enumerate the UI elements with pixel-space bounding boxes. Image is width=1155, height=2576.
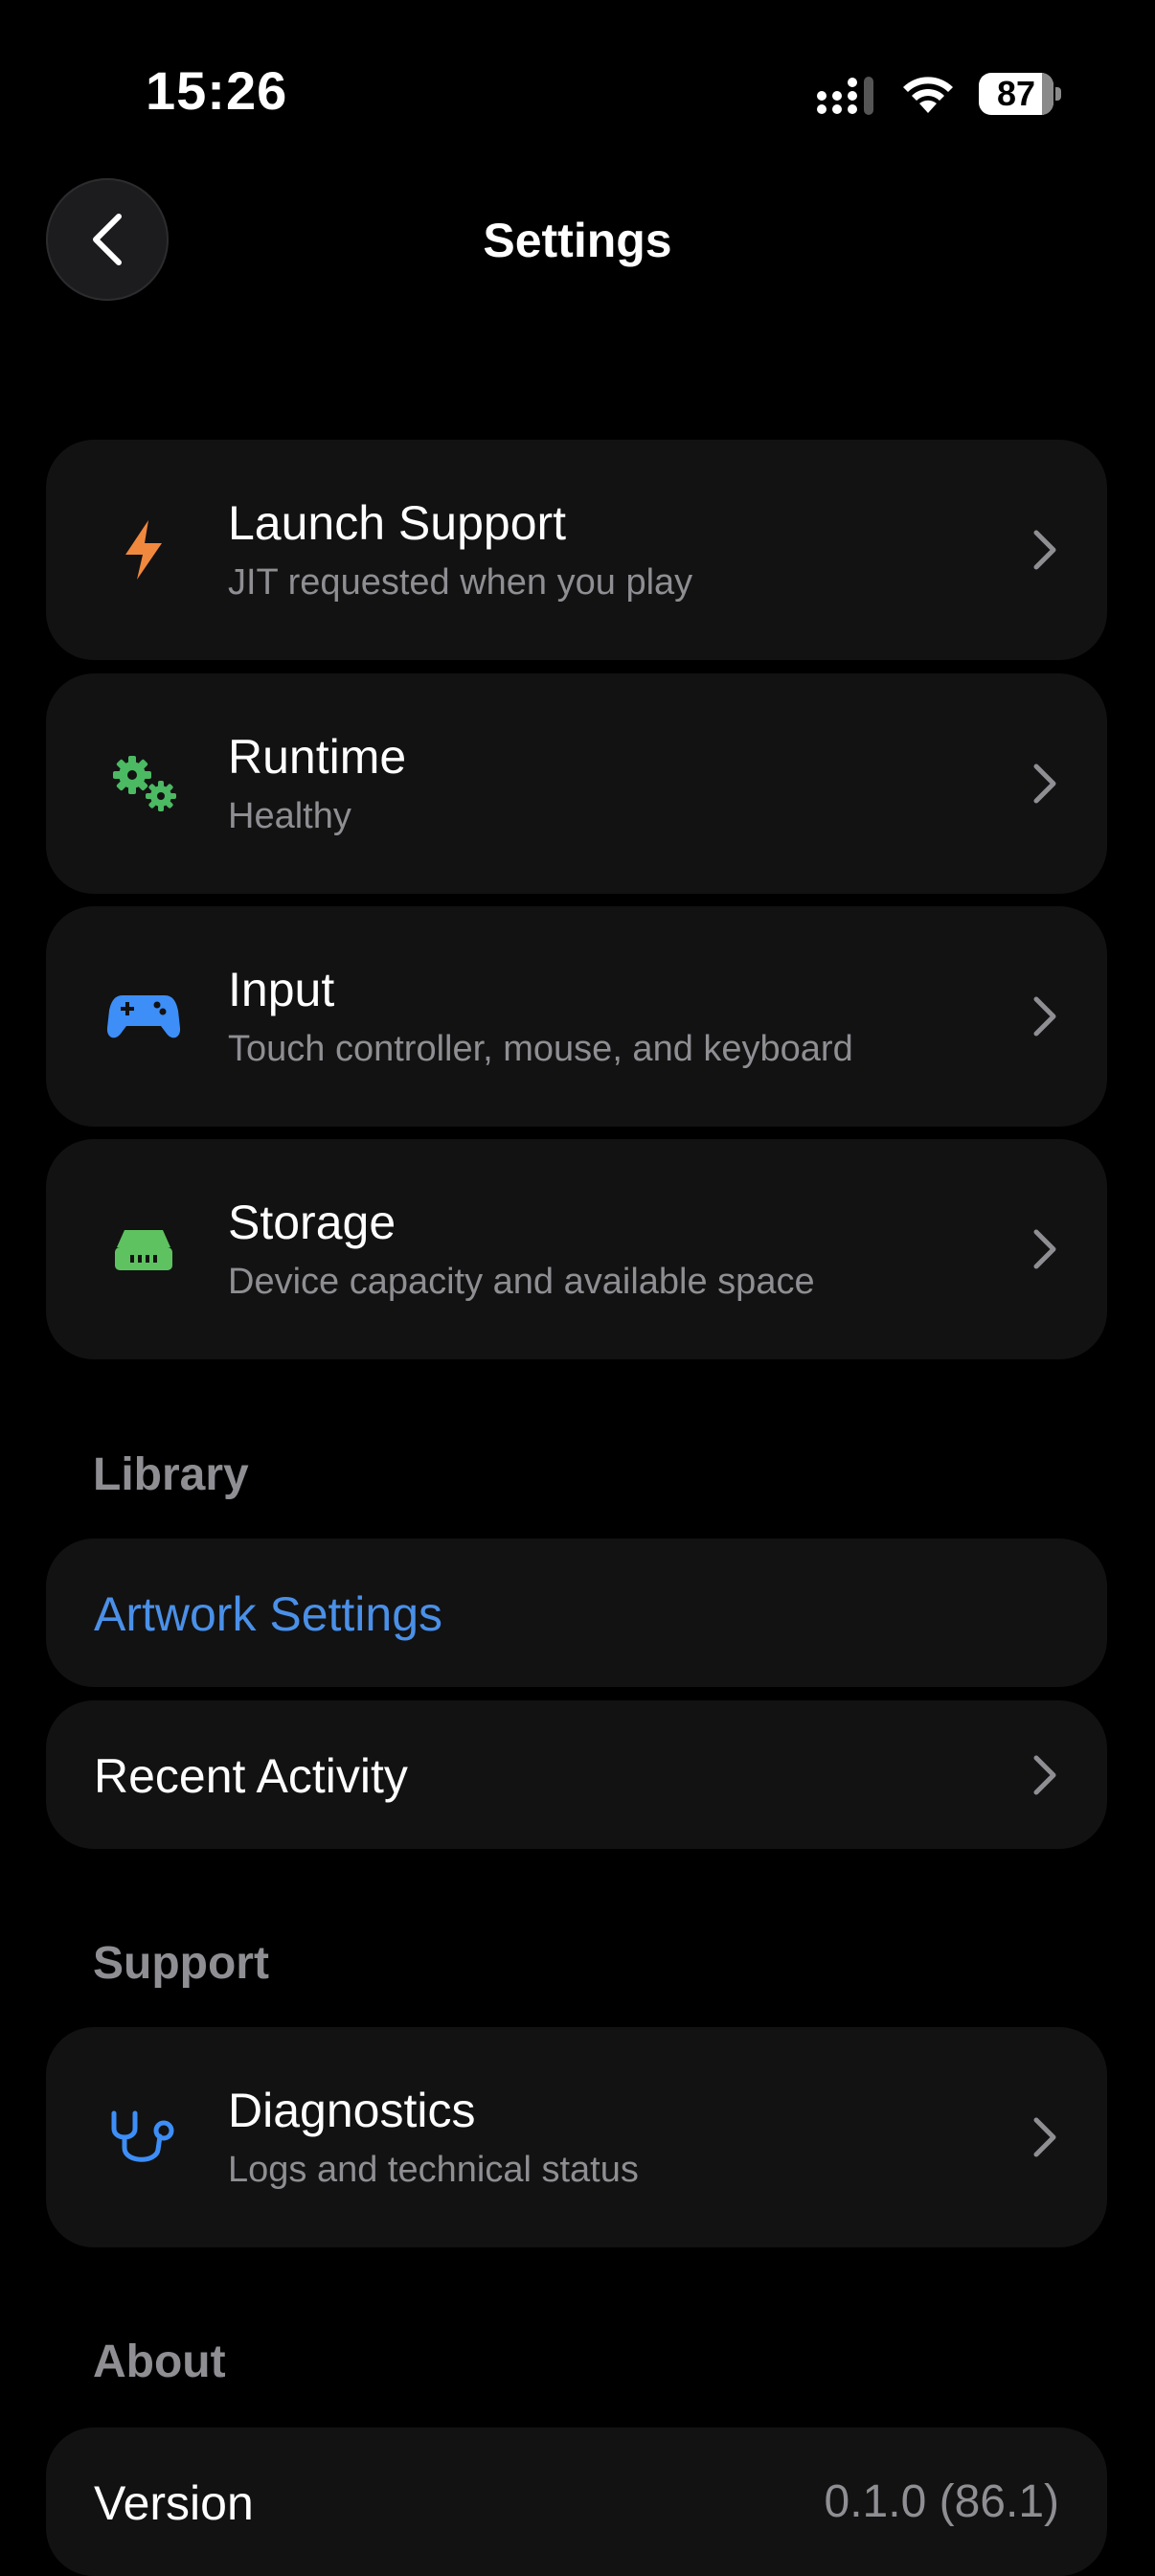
gears-icon [105, 745, 182, 822]
about-section-header: About [93, 2337, 226, 2387]
chevron-right-icon [1033, 1755, 1056, 1795]
launch-support-subtitle: JIT requested when you play [228, 562, 693, 603]
storage-subtitle: Device capacity and available space [228, 1262, 815, 1302]
lightning-bolt-icon [105, 512, 182, 588]
recent-activity-row[interactable]: Recent Activity [46, 1700, 1107, 1849]
stethoscope-icon [105, 2099, 182, 2176]
input-subtitle: Touch controller, mouse, and keyboard [228, 1029, 853, 1069]
runtime-subtitle: Healthy [228, 796, 351, 836]
battery-icon: 87 [979, 73, 1063, 115]
chevron-right-icon [1033, 1229, 1056, 1269]
diagnostics-subtitle: Logs and technical status [228, 2150, 639, 2190]
battery-level: 87 [996, 74, 1036, 113]
chevron-right-icon [1033, 2117, 1056, 2157]
storage-title: Storage [228, 1196, 396, 1249]
launch-support-title: Launch Support [228, 496, 567, 550]
runtime-title: Runtime [228, 730, 407, 784]
launch-support-row[interactable]: Launch Support JIT requested when you pl… [46, 440, 1107, 660]
input-row[interactable]: Input Touch controller, mouse, and keybo… [46, 906, 1107, 1127]
version-value: 0.1.0 (86.1) [824, 2476, 1059, 2527]
signal-icon [817, 77, 873, 115]
version-row: Version 0.1.0 (86.1) [46, 2428, 1107, 2576]
gamepad-icon [105, 978, 182, 1055]
wifi-icon [903, 77, 953, 113]
artwork-settings-button[interactable]: Artwork Settings [46, 1539, 1107, 1687]
recent-activity-label: Recent Activity [94, 1749, 408, 1803]
page-title: Settings [483, 214, 672, 267]
drive-icon [105, 1211, 182, 1288]
chevron-right-icon [1033, 996, 1056, 1037]
version-label: Version [94, 2476, 254, 2530]
diagnostics-title: Diagnostics [228, 2084, 476, 2137]
runtime-row[interactable]: Runtime Healthy [46, 673, 1107, 894]
artwork-settings-label: Artwork Settings [94, 1587, 443, 1641]
library-section-header: Library [93, 1449, 249, 1500]
support-section-header: Support [93, 1938, 269, 1989]
input-title: Input [228, 963, 335, 1016]
chevron-right-icon [1033, 764, 1056, 804]
status-time: 15:26 [146, 60, 288, 121]
storage-row[interactable]: Storage Device capacity and available sp… [46, 1139, 1107, 1359]
diagnostics-row[interactable]: Diagnostics Logs and technical status [46, 2027, 1107, 2247]
chevron-right-icon [1033, 530, 1056, 570]
